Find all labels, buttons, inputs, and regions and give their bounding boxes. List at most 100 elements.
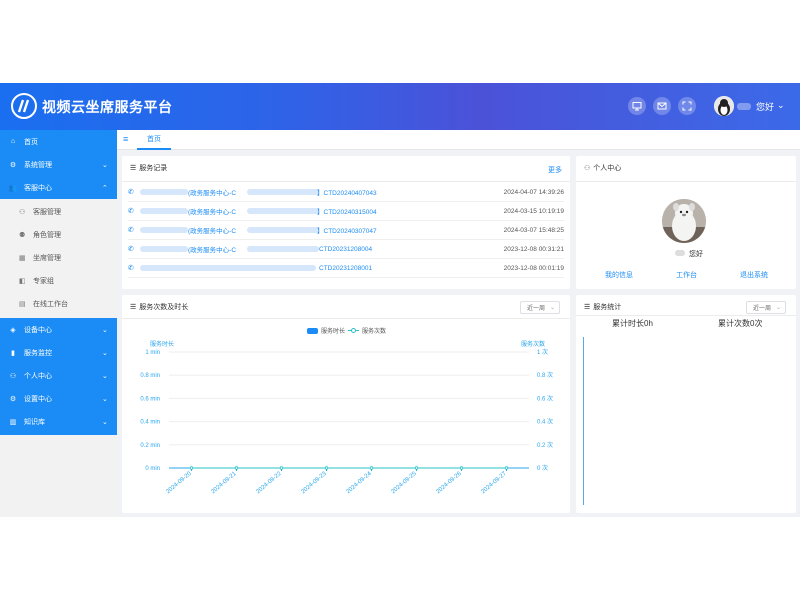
total-count: 累计次数0次 xyxy=(718,319,763,328)
sidebar-subitem-label: 专家组 xyxy=(33,277,54,285)
list-icon: ☰ xyxy=(130,165,137,172)
monitor-icon[interactable] xyxy=(628,97,646,115)
redacted-text xyxy=(247,208,319,214)
sidebar-item-devices[interactable]: ◈ 设备中心 ⌄ xyxy=(0,318,117,341)
redacted-text xyxy=(140,265,316,271)
desk-icon: ▤ xyxy=(19,300,26,308)
record-code: 】CTD20240315004 xyxy=(317,209,377,216)
mail-icon[interactable] xyxy=(653,97,671,115)
username-redacted xyxy=(737,103,751,110)
sidebar-item-label: 系统管理 xyxy=(24,161,52,169)
book-icon: ▥ xyxy=(9,418,17,426)
sidebar-subitem-experts[interactable]: ◧ 专家组 xyxy=(0,269,117,292)
sidebar-item-label: 客服中心 xyxy=(24,184,52,192)
record-time: 2024-03-07 15:48:25 xyxy=(503,226,564,234)
menu-icon[interactable]: ≡ xyxy=(123,134,128,144)
record-code: CTD20231208004 xyxy=(319,245,373,253)
chevron-down-icon: ⌄ xyxy=(102,395,108,403)
badge-icon: ◧ xyxy=(19,277,26,285)
username-redacted xyxy=(675,250,685,256)
sidebar-item-service-center[interactable]: 👥 客服中心 ⌃ xyxy=(0,176,117,199)
legend-swatch-count[interactable] xyxy=(348,328,360,334)
redacted-text xyxy=(247,246,319,252)
card-header: ☰ 服务记录 xyxy=(130,163,167,173)
profile-greeting: 您好 xyxy=(689,251,703,258)
sidebar-item-home[interactable]: ⌂ 首页 xyxy=(0,130,117,153)
record-row[interactable]: ✆ CTD20231208001 2023-12-08 00:01:19 xyxy=(128,259,564,278)
record-row[interactable]: ✆ (政务服务中心-C 】CTD20240407043 2024-04-07 1… xyxy=(128,183,564,202)
sidebar-item-label: 设备中心 xyxy=(24,326,52,334)
chevron-up-icon: ⌃ xyxy=(102,184,108,192)
sidebar-item-label: 首页 xyxy=(24,138,38,146)
chevron-down-icon[interactable]: ⌄ xyxy=(777,100,785,111)
workbench-link[interactable]: 工作台 xyxy=(676,270,697,280)
total-duration: 累计时长0h xyxy=(612,319,653,328)
chevron-down-icon: ⌄ xyxy=(102,418,108,426)
sidebar-subitem-workbench[interactable]: ▤ 在线工作台 xyxy=(0,292,117,315)
chevron-down-icon: ⌄ xyxy=(102,349,108,357)
profile-avatar[interactable] xyxy=(662,199,706,243)
more-link[interactable]: 更多 xyxy=(548,165,562,175)
app-title: 视频云坐席服务平台 xyxy=(42,99,173,115)
sidebar-item-monitor[interactable]: ▮ 服务监控 ⌄ xyxy=(0,341,117,364)
logout-link[interactable]: 退出系统 xyxy=(740,270,768,280)
phone-icon: ✆ xyxy=(128,189,134,196)
chevron-down-icon: ⌄ xyxy=(549,305,555,311)
chevron-down-icon: ⌄ xyxy=(775,305,781,311)
list-icon: ☰ xyxy=(130,304,137,311)
card-header: ⚇ 个人中心 xyxy=(584,163,621,173)
record-row[interactable]: ✆ (政务服务中心-C 】CTD20240315004 2024-03-15 1… xyxy=(128,202,564,221)
sidebar-item-personal[interactable]: ⚇ 个人中心 ⌄ xyxy=(0,364,117,387)
my-info-link[interactable]: 我的信息 xyxy=(605,270,633,280)
sidebar: ⌂ 首页 ⚙ 系统管理 ⌄ 👥 客服中心 ⌃ ⚇ 客服管理 ⚉ 角色管理 ▦ 坐… xyxy=(0,130,117,517)
header-greeting[interactable]: 您好 xyxy=(756,100,774,113)
legend-swatch-duration[interactable] xyxy=(307,327,318,334)
service-chart-title: 服务次数及时长 xyxy=(139,304,189,311)
redacted-text xyxy=(140,227,188,233)
divider xyxy=(122,181,570,182)
chevron-down-icon: ⌄ xyxy=(102,372,108,380)
sidebar-item-system[interactable]: ⚙ 系统管理 ⌄ xyxy=(0,153,117,176)
users-icon: ⚉ xyxy=(19,231,26,239)
divider xyxy=(576,315,796,316)
redacted-text xyxy=(247,227,319,233)
sidebar-subitem-label: 在线工作台 xyxy=(33,300,68,308)
sidebar-item-knowledge[interactable]: ▥ 知识库 ⌄ xyxy=(0,410,117,433)
divider xyxy=(122,318,570,319)
user-avatar[interactable] xyxy=(714,96,734,116)
service-records-title: 服务记录 xyxy=(139,165,168,172)
record-row[interactable]: ✆ (政务服务中心-C 】CTD20240307047 2024-03-07 1… xyxy=(128,221,564,240)
sidebar-subitem-seats[interactable]: ▦ 坐席管理 xyxy=(0,246,117,269)
sidebar-item-settings[interactable]: ⚙ 设置中心 ⌄ xyxy=(0,387,117,410)
sidebar-item-label: 个人中心 xyxy=(24,372,52,380)
home-icon: ⌂ xyxy=(10,138,16,145)
sidebar-subitem-label: 客服管理 xyxy=(33,208,61,216)
list-icon: ☰ xyxy=(584,304,591,311)
user-icon: ⚇ xyxy=(9,372,17,380)
range-select-value: 近一周 xyxy=(527,306,546,312)
fullscreen-icon[interactable] xyxy=(678,97,696,115)
sidebar-subitem-label: 坐席管理 xyxy=(33,254,61,262)
chevron-down-icon: ⌄ xyxy=(102,161,108,169)
legend-label: 服务次数 xyxy=(362,329,387,335)
service-records-card: ☰ 服务记录 更多 ✆ (政务服务中心-C 】CTD20240407043 20… xyxy=(122,156,570,289)
sidebar-subitem-agents[interactable]: ⚇ 客服管理 xyxy=(0,200,117,223)
users-icon: 👥 xyxy=(8,184,18,192)
stats-axis xyxy=(583,337,584,505)
redacted-text xyxy=(247,189,319,195)
range-select[interactable]: 近一周 ⌄ xyxy=(520,301,560,314)
y-axis-title: 服务时长 xyxy=(150,342,175,348)
stats-range-select[interactable]: 近一周 ⌄ xyxy=(746,301,786,314)
record-time: 2023-12-08 00:31:21 xyxy=(503,245,564,253)
sidebar-item-label: 设置中心 xyxy=(24,395,52,403)
legend-label: 服务时长 xyxy=(321,329,346,335)
sidebar-subitem-label: 角色管理 xyxy=(33,231,61,239)
record-time: 2023-12-08 00:01:19 xyxy=(503,264,564,272)
record-service: (政务服务中心-C xyxy=(188,228,237,235)
record-row[interactable]: ✆ (政务服务中心-C CTD20231208004 2023-12-08 00… xyxy=(128,240,564,259)
service-stats-title: 服务统计 xyxy=(593,304,622,311)
user-icon: ⚇ xyxy=(584,165,591,172)
sidebar-subitem-roles[interactable]: ⚉ 角色管理 xyxy=(0,223,117,246)
tab-home[interactable]: 首页 xyxy=(137,130,171,150)
logo-icon xyxy=(11,93,37,119)
